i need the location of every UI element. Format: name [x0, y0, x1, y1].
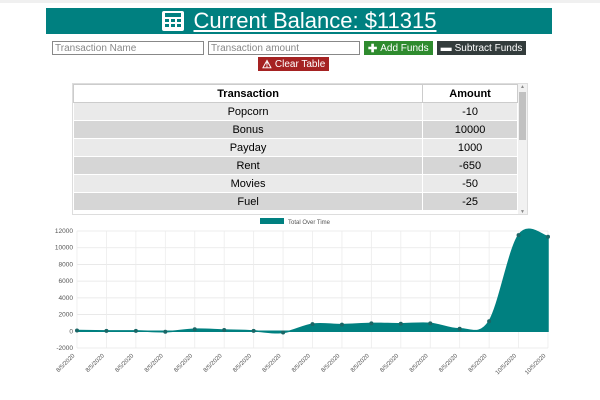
x-tick-label: 8/5/2020 — [321, 353, 342, 374]
page-title: Current Balance: $11315 — [193, 8, 437, 33]
clear-table-button[interactable]: ⚠ Clear Table — [258, 57, 330, 71]
x-tick-label: 8/5/2020 — [438, 353, 459, 374]
data-point[interactable] — [398, 321, 403, 326]
data-point[interactable] — [369, 321, 374, 326]
balance-chart: Total Over Time -2000 0 2000 4000 6000 8000 10… — [55, 218, 550, 377]
x-axis: 8/5/2020 8/5/2020 8/5/2020 8/5/2020 8/5/2020… — [56, 353, 548, 377]
x-tick-label: 8/5/2020 — [85, 353, 106, 374]
table-row: Popcorn -10 — [73, 102, 518, 121]
data-point[interactable] — [133, 328, 138, 333]
transaction-cell: Rent — [73, 156, 424, 175]
data-point[interactable] — [104, 328, 109, 333]
data-point[interactable] — [516, 233, 521, 238]
data-point[interactable] — [457, 326, 462, 331]
minus-icon: ▬ — [440, 42, 452, 54]
warning-icon: ⚠ — [262, 58, 272, 71]
y-tick-label: 12000 — [55, 228, 73, 235]
x-tick-label: 8/5/2020 — [115, 353, 136, 374]
amount-cell: 1000 — [422, 138, 518, 157]
subtract-funds-button[interactable]: ▬ Subtract Funds — [436, 41, 527, 55]
data-point[interactable] — [222, 328, 227, 333]
y-tick-label: 10000 — [55, 245, 73, 252]
table-row: Movies -50 — [73, 174, 518, 193]
x-tick-label: 8/5/2020 — [203, 353, 224, 374]
x-tick-label: 8/5/2020 — [409, 353, 430, 374]
calculator-icon — [161, 11, 184, 31]
table-scrollbar[interactable]: ▲ ▼ — [518, 84, 527, 214]
data-point[interactable] — [310, 322, 315, 327]
data-point[interactable] — [281, 330, 286, 335]
top-border — [0, 0, 600, 3]
transactions-table: Transaction Amount Popcorn -10 Bonus 10000… — [73, 84, 518, 211]
amount-cell: 10000 — [422, 120, 518, 139]
chart-legend[interactable]: Total Over Time — [260, 218, 331, 226]
scroll-up-arrow-icon[interactable]: ▲ — [520, 85, 525, 90]
amount-cell: -650 — [422, 156, 518, 175]
amount-cell: -10 — [422, 102, 518, 121]
transaction-name-input[interactable] — [52, 41, 204, 55]
data-point[interactable] — [546, 234, 550, 239]
table-row: Fuel -25 — [73, 192, 518, 211]
column-header-transaction: Transaction — [73, 84, 424, 103]
transaction-amount-input[interactable] — [208, 41, 360, 55]
table-row: Payday 1000 — [73, 138, 518, 157]
y-tick-label: 4000 — [59, 295, 74, 302]
x-tick-label: 8/5/2020 — [379, 353, 400, 374]
transaction-form: ✚ Add Funds ▬ Subtract Funds — [52, 40, 527, 56]
data-point[interactable] — [192, 327, 197, 332]
plus-icon: ✚ — [368, 42, 378, 55]
data-point[interactable] — [428, 321, 433, 326]
transactions-table-container: Transaction Amount Popcorn -10 Bonus 10000… — [72, 83, 528, 215]
transaction-cell: Popcorn — [73, 102, 424, 121]
amount-cell: -25 — [422, 192, 518, 211]
data-point[interactable] — [487, 319, 492, 324]
data-point[interactable] — [163, 329, 168, 334]
y-tick-label: 2000 — [59, 312, 74, 319]
data-point[interactable] — [75, 328, 79, 333]
transaction-cell: Fuel — [73, 192, 424, 211]
x-tick-label: 10/5/2020 — [524, 353, 548, 377]
y-axis: -2000 0 2000 4000 6000 8000 10000 12000 — [55, 228, 73, 352]
x-tick-label: 8/5/2020 — [56, 353, 77, 374]
y-tick-label: -2000 — [56, 345, 73, 352]
y-tick-label: 8000 — [59, 261, 74, 268]
x-tick-label: 8/5/2020 — [291, 353, 312, 374]
transaction-cell: Payday — [73, 138, 424, 157]
subtract-funds-label: Subtract Funds — [454, 42, 523, 54]
x-tick-label: 8/5/2020 — [262, 353, 283, 374]
x-tick-label: 10/5/2020 — [495, 353, 519, 377]
transaction-cell: Bonus — [73, 120, 424, 139]
x-tick-label: 8/5/2020 — [144, 353, 165, 374]
table-row: Bonus 10000 — [73, 120, 518, 139]
add-funds-label: Add Funds — [380, 42, 429, 54]
x-tick-label: 8/5/2020 — [232, 353, 253, 374]
data-point[interactable] — [339, 322, 344, 327]
amount-cell: -50 — [422, 174, 518, 193]
legend-label: Total Over Time — [288, 220, 331, 226]
x-tick-label: 8/5/2020 — [350, 353, 371, 374]
table-header-row: Transaction Amount — [73, 84, 518, 103]
y-tick-label: 6000 — [59, 278, 74, 285]
scrollbar-thumb[interactable] — [519, 92, 526, 140]
column-header-amount: Amount — [422, 84, 518, 103]
data-point[interactable] — [251, 328, 256, 333]
transaction-cell: Movies — [73, 174, 424, 193]
table-row: Rent -650 — [73, 156, 518, 175]
y-tick-label: 0 — [69, 328, 73, 335]
x-tick-label: 8/5/2020 — [468, 353, 489, 374]
clear-table-label: Clear Table — [274, 58, 326, 70]
balance-header: Current Balance: $11315 — [46, 8, 552, 34]
add-funds-button[interactable]: ✚ Add Funds — [364, 41, 433, 55]
legend-swatch — [260, 218, 284, 224]
x-tick-label: 8/5/2020 — [173, 353, 194, 374]
